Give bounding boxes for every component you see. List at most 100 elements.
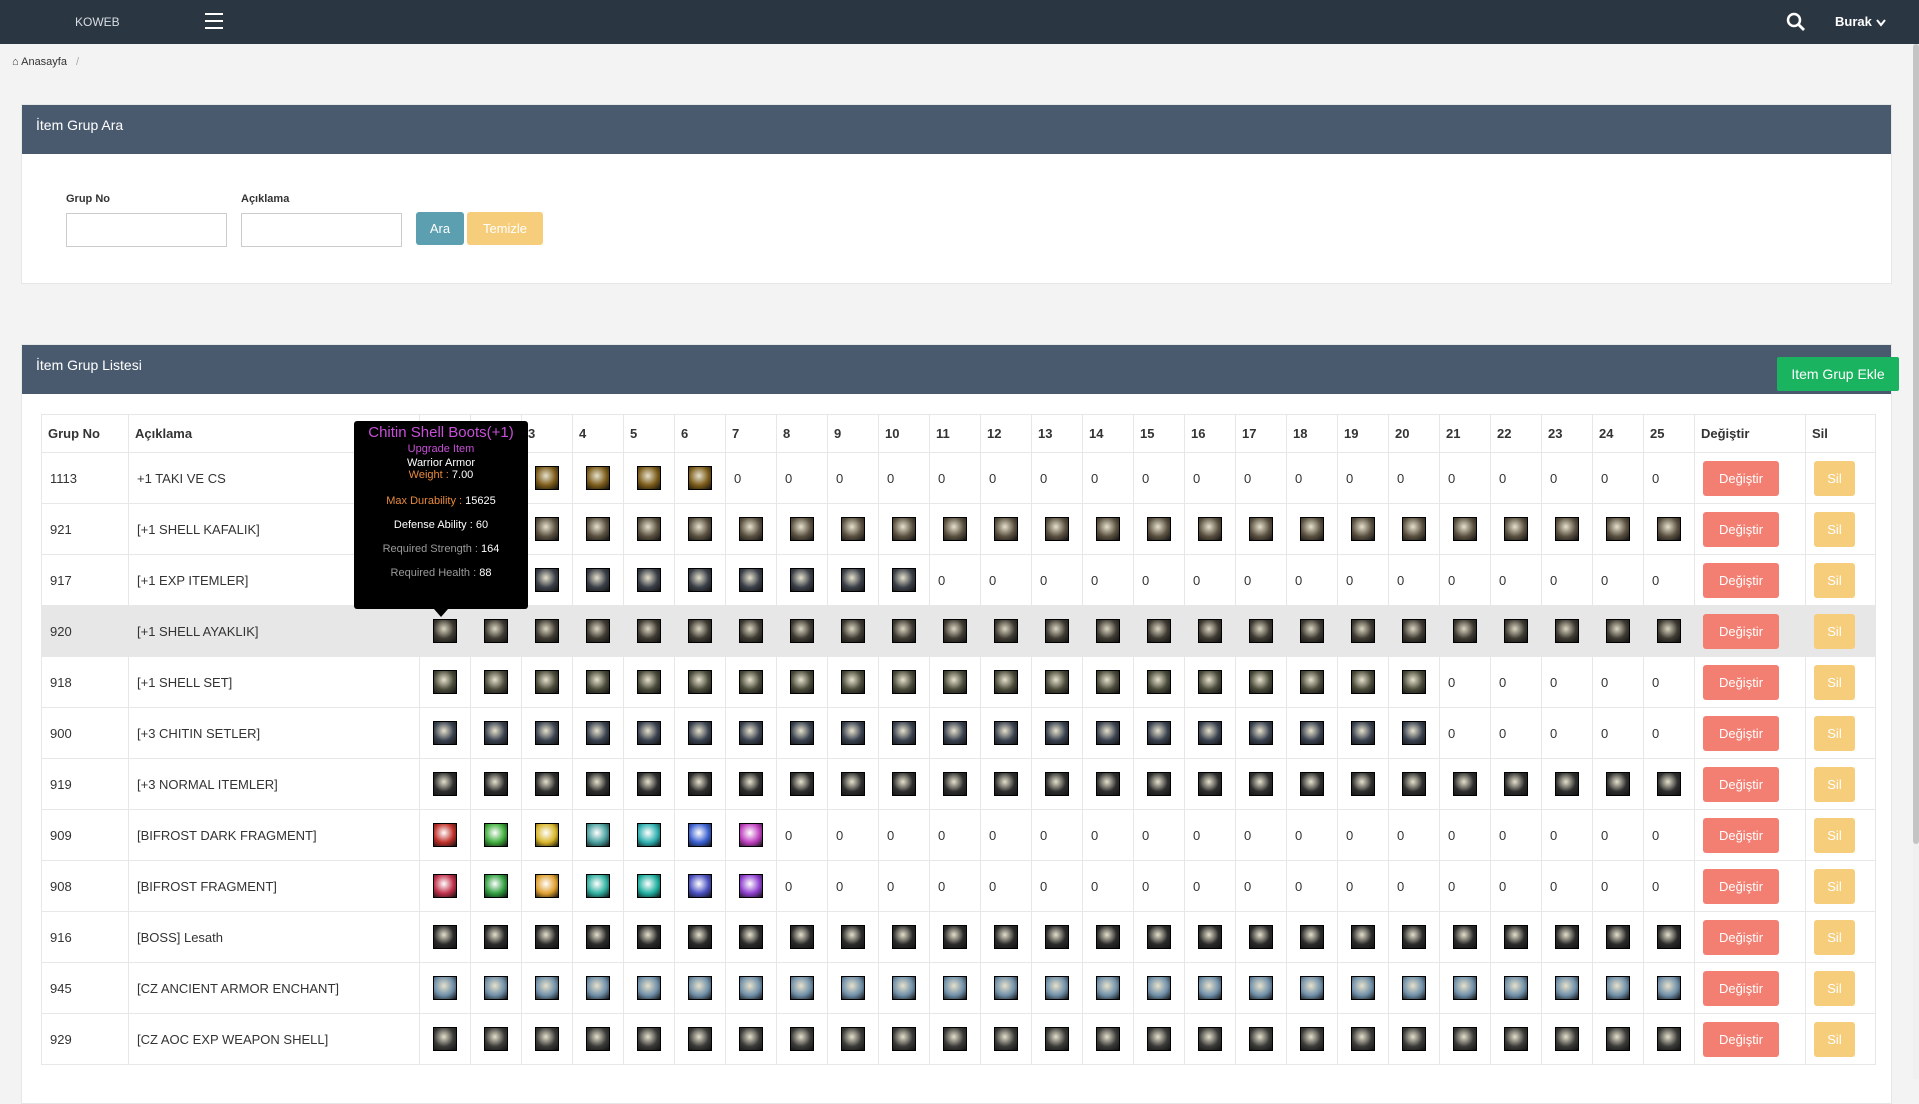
item-icon[interactable]	[1147, 517, 1171, 541]
item-icon[interactable]	[1096, 619, 1120, 643]
item-icon[interactable]	[1402, 976, 1426, 1000]
item-icon[interactable]	[943, 925, 967, 949]
edit-button[interactable]: Değiştir	[1703, 817, 1779, 853]
item-icon[interactable]	[1657, 517, 1681, 541]
search-button[interactable]: Ara	[416, 212, 464, 245]
menu-toggle-icon[interactable]	[205, 13, 223, 29]
item-icon[interactable]	[484, 772, 508, 796]
item-icon[interactable]	[1096, 721, 1120, 745]
item-icon[interactable]	[841, 517, 865, 541]
item-icon[interactable]	[688, 976, 712, 1000]
item-icon[interactable]	[1606, 517, 1630, 541]
item-icon[interactable]	[586, 517, 610, 541]
item-icon[interactable]	[1249, 670, 1273, 694]
table-row[interactable]: 920 [+1 SHELL AYAKLIK] Değiştir Sil	[41, 605, 1876, 657]
item-icon[interactable]	[535, 670, 559, 694]
item-icon[interactable]	[1351, 517, 1375, 541]
item-icon[interactable]	[841, 1027, 865, 1051]
item-icon[interactable]	[1147, 721, 1171, 745]
item-icon[interactable]	[1351, 925, 1375, 949]
table-row[interactable]: 916 [BOSS] Lesath Değiştir Sil	[41, 911, 1876, 963]
item-icon[interactable]	[1402, 721, 1426, 745]
item-icon[interactable]	[1402, 925, 1426, 949]
item-icon[interactable]	[1147, 976, 1171, 1000]
item-icon[interactable]	[535, 925, 559, 949]
item-icon[interactable]	[1657, 1027, 1681, 1051]
edit-button[interactable]: Değiştir	[1703, 664, 1779, 700]
item-icon[interactable]	[790, 568, 814, 592]
item-icon[interactable]	[1096, 517, 1120, 541]
item-icon[interactable]	[535, 772, 559, 796]
item-icon[interactable]	[688, 772, 712, 796]
item-icon[interactable]	[637, 670, 661, 694]
item-icon[interactable]	[739, 619, 763, 643]
item-icon[interactable]	[994, 721, 1018, 745]
item-icon[interactable]	[535, 823, 559, 847]
delete-button[interactable]: Sil	[1814, 868, 1855, 904]
delete-button[interactable]: Sil	[1814, 766, 1855, 802]
item-icon[interactable]	[484, 721, 508, 745]
item-icon[interactable]	[841, 619, 865, 643]
item-icon[interactable]	[1351, 721, 1375, 745]
delete-button[interactable]: Sil	[1814, 715, 1855, 751]
item-icon[interactable]	[1504, 517, 1528, 541]
item-icon[interactable]	[1045, 1027, 1069, 1051]
item-icon[interactable]	[1147, 925, 1171, 949]
item-icon[interactable]	[790, 925, 814, 949]
item-icon[interactable]	[790, 670, 814, 694]
item-icon[interactable]	[688, 874, 712, 898]
item-icon[interactable]	[688, 619, 712, 643]
item-icon[interactable]	[1657, 772, 1681, 796]
item-icon[interactable]	[637, 772, 661, 796]
item-icon[interactable]	[688, 670, 712, 694]
item-icon[interactable]	[688, 721, 712, 745]
item-icon[interactable]	[739, 721, 763, 745]
item-icon[interactable]	[1096, 925, 1120, 949]
item-icon[interactable]	[892, 772, 916, 796]
item-icon[interactable]	[1198, 517, 1222, 541]
item-icon[interactable]	[484, 1027, 508, 1051]
item-icon[interactable]	[433, 670, 457, 694]
edit-button[interactable]: Değiştir	[1703, 766, 1779, 802]
item-icon[interactable]	[1555, 925, 1579, 949]
delete-button[interactable]: Sil	[1814, 562, 1855, 598]
item-icon[interactable]	[688, 517, 712, 541]
item-icon[interactable]	[1198, 670, 1222, 694]
item-icon[interactable]	[841, 925, 865, 949]
item-icon[interactable]	[1606, 925, 1630, 949]
item-icon[interactable]	[637, 1027, 661, 1051]
item-icon[interactable]	[739, 823, 763, 847]
table-row[interactable]: 908 [BIFROST FRAGMENT] 0 0 0 0 0 0 0 0 0 0 0 0 0 0 0 0 0 0 D…	[41, 860, 1876, 912]
item-icon[interactable]	[637, 466, 661, 490]
item-icon[interactable]	[892, 619, 916, 643]
item-icon[interactable]	[1096, 1027, 1120, 1051]
delete-button[interactable]: Sil	[1814, 511, 1855, 547]
item-icon[interactable]	[1045, 772, 1069, 796]
table-row[interactable]: 921 [+1 SHELL KAFALIK] Değiştir Sil	[41, 503, 1876, 555]
item-icon[interactable]	[484, 874, 508, 898]
item-icon[interactable]	[1351, 670, 1375, 694]
delete-button[interactable]: Sil	[1814, 919, 1855, 955]
item-icon[interactable]	[484, 925, 508, 949]
item-icon[interactable]	[586, 874, 610, 898]
item-icon[interactable]	[1351, 772, 1375, 796]
item-icon[interactable]	[1351, 976, 1375, 1000]
item-icon[interactable]	[1555, 976, 1579, 1000]
item-icon[interactable]	[535, 568, 559, 592]
edit-button[interactable]: Değiştir	[1703, 511, 1779, 547]
table-row[interactable]: 917 [+1 EXP ITEMLER] 0 0 0 0 0 0 0 0 0 0 0 0 0 0 0 Değişt…	[41, 554, 1876, 606]
item-icon[interactable]	[1504, 976, 1528, 1000]
item-icon[interactable]	[1504, 925, 1528, 949]
item-icon[interactable]	[1504, 1027, 1528, 1051]
item-icon[interactable]	[1198, 772, 1222, 796]
item-icon[interactable]	[790, 1027, 814, 1051]
edit-button[interactable]: Değiştir	[1703, 970, 1779, 1006]
item-icon[interactable]	[433, 772, 457, 796]
item-icon[interactable]	[1249, 619, 1273, 643]
item-icon[interactable]	[1555, 1027, 1579, 1051]
item-icon[interactable]	[535, 619, 559, 643]
item-icon[interactable]	[484, 823, 508, 847]
item-icon[interactable]	[994, 925, 1018, 949]
item-icon[interactable]	[535, 874, 559, 898]
item-icon[interactable]	[586, 670, 610, 694]
